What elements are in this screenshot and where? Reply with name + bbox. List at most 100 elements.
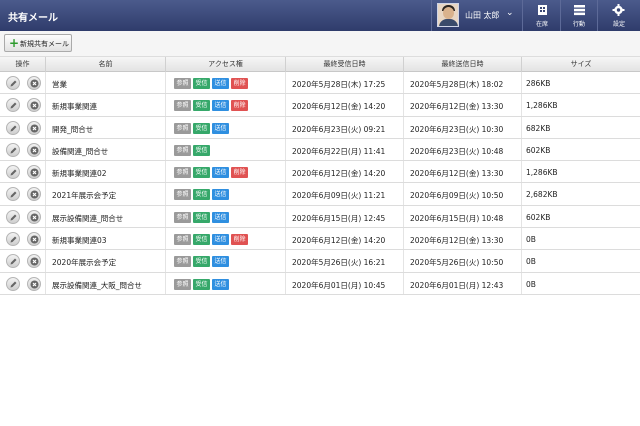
close-icon <box>30 101 39 110</box>
user-menu[interactable]: 山田 太郎 ⌄ <box>431 0 523 31</box>
table-row[interactable]: 新規事業関連 参照 受信 送信 削除 2020年6月12日(金) 14:20 2020… <box>0 94 640 117</box>
last-received: 2020年6月22日(月) 11:41 <box>292 146 386 156</box>
mail-name: 営業 <box>52 80 67 89</box>
settings-button[interactable]: 設定 <box>598 0 640 31</box>
edit-button[interactable] <box>6 232 20 247</box>
delete-button[interactable] <box>27 187 41 202</box>
access-badge-view: 参照 <box>174 78 191 89</box>
access-badge-view: 参照 <box>174 167 191 179</box>
last-received-cell: 2020年6月09日(火) 11:21 <box>286 183 404 205</box>
row-actions <box>0 161 46 183</box>
access-badge-recv: 受信 <box>193 167 210 179</box>
presence-label: 在席 <box>535 21 548 28</box>
size-cell: 602KB <box>522 206 640 227</box>
access-badge-view: 参照 <box>174 211 191 223</box>
size-cell: 1,286KB <box>522 161 640 182</box>
edit-button[interactable] <box>6 98 20 113</box>
last-received-cell: 2020年6月01日(月) 10:45 <box>286 272 404 294</box>
last-sent: 2020年6月23日(火) 10:30 <box>410 124 504 134</box>
delete-button[interactable] <box>27 232 41 247</box>
column-header-last-sent[interactable]: 最終送信日時 <box>404 57 522 72</box>
new-shared-mail-button[interactable]: + 新規共有メール <box>4 34 72 52</box>
access-badge-view: 参照 <box>174 100 191 112</box>
new-shared-mail-label: 新規共有メール <box>20 40 69 48</box>
close-icon <box>30 257 39 266</box>
edit-button[interactable] <box>6 142 20 157</box>
table-row[interactable]: 設備関連_問合せ 参照 受信 2020年6月22日(月) 11:41 2020年6… <box>0 138 640 162</box>
table-row[interactable]: 新規事業関連02 参照 受信 送信 削除 2020年6月12日(金) 14:20 20… <box>0 161 640 184</box>
column-header-name[interactable]: 名前 <box>46 57 166 72</box>
delete-button[interactable] <box>27 98 41 113</box>
pencil-icon <box>10 125 17 132</box>
table-row[interactable]: 新規事業関連03 参照 受信 送信 削除 2020年6月12日(金) 14:20 20… <box>0 228 640 251</box>
access-badge-send: 送信 <box>212 122 229 134</box>
schedule-button[interactable]: 行動 <box>561 0 598 31</box>
mail-name-cell[interactable]: 展示設備関連_大阪_問合せ <box>46 272 166 294</box>
plus-icon: + <box>9 36 20 50</box>
close-icon <box>30 213 39 222</box>
access-badge-send: 送信 <box>212 211 229 223</box>
last-sent-cell: 2020年6月01日(月) 12:43 <box>404 272 522 294</box>
table-body: 営業 参照 受信 送信 削除 2020年5月28日(木) 17:25 2020年5月2… <box>0 72 640 295</box>
delete-button[interactable] <box>27 165 41 180</box>
access-cell: 参照 受信 送信 <box>166 272 286 294</box>
column-header-access[interactable]: アクセス権 <box>166 57 286 72</box>
delete-button[interactable] <box>27 142 41 157</box>
last-sent-cell: 2020年6月15日(月) 10:48 <box>404 205 522 228</box>
delete-button[interactable] <box>27 209 41 224</box>
delete-button[interactable] <box>27 76 41 90</box>
table-row[interactable]: 開発_問合せ 参照 受信 送信 2020年6月23日(火) 09:21 2020年6… <box>0 116 640 139</box>
close-icon <box>30 79 39 88</box>
table-header: 操作 名前 アクセス権 最終受信日時 最終送信日時 サイズ <box>0 57 640 72</box>
last-received-cell: 2020年6月12日(金) 14:20 <box>286 228 404 250</box>
row-actions <box>0 94 46 116</box>
access-badge-recv: 受信 <box>193 234 210 246</box>
access-badge-recv: 受信 <box>193 78 210 89</box>
app-title: 共有メール <box>8 13 58 24</box>
delete-button[interactable] <box>27 254 41 269</box>
mail-name-cell[interactable]: 新規事業関連 <box>46 94 166 116</box>
table-row[interactable]: 展示設備関連_問合せ 参照 受信 送信 2020年6月15日(月) 12:45 20… <box>0 205 640 229</box>
row-actions <box>0 205 46 228</box>
edit-button[interactable] <box>6 120 20 135</box>
mail-name-cell[interactable]: 設備関連_問合せ <box>46 138 166 161</box>
last-sent: 2020年5月28日(木) 18:02 <box>410 80 504 89</box>
last-sent-cell: 2020年6月12日(金) 13:30 <box>404 94 522 116</box>
mail-size: 0B <box>526 235 536 245</box>
edit-button[interactable] <box>6 276 20 291</box>
edit-button[interactable] <box>6 254 20 269</box>
mail-name-cell[interactable]: 開発_問合せ <box>46 116 166 138</box>
access-badge-send: 送信 <box>212 278 229 290</box>
table-row[interactable]: 営業 参照 受信 送信 削除 2020年5月28日(木) 17:25 2020年5月2… <box>0 72 640 95</box>
mail-name: 設備関連_問合せ <box>52 146 109 156</box>
column-header-last-received[interactable]: 最終受信日時 <box>286 57 404 72</box>
edit-button[interactable] <box>6 165 20 180</box>
table-row[interactable]: 2020年展示会予定 参照 受信 送信 2020年5月26日(火) 16:21 20… <box>0 250 640 273</box>
mail-name-cell[interactable]: 営業 <box>46 72 166 94</box>
access-badge-recv: 受信 <box>193 211 210 223</box>
delete-button[interactable] <box>27 276 41 291</box>
edit-button[interactable] <box>6 209 20 224</box>
last-received-cell: 2020年6月23日(火) 09:21 <box>286 116 404 138</box>
access-cell: 参照 受信 送信 削除 <box>166 228 286 250</box>
row-actions <box>0 250 46 272</box>
mail-name-cell[interactable]: 2020年展示会予定 <box>46 250 166 272</box>
row-actions <box>0 228 46 250</box>
last-sent: 2020年6月09日(火) 10:50 <box>410 191 504 201</box>
mail-name-cell[interactable]: 展示設備関連_問合せ <box>46 205 166 228</box>
edit-button[interactable] <box>6 187 20 202</box>
delete-button[interactable] <box>27 120 41 135</box>
mail-name-cell[interactable]: 2021年展示会予定 <box>46 183 166 205</box>
last-received-cell: 2020年6月12日(金) 14:20 <box>286 161 404 183</box>
table-row[interactable]: 2021年展示会予定 参照 受信 送信 2020年6月09日(火) 11:21 20… <box>0 183 640 206</box>
presence-button[interactable]: 在席 <box>524 0 561 31</box>
mail-name-cell[interactable]: 新規事業関連03 <box>46 228 166 250</box>
size-cell: 0B <box>522 273 640 294</box>
mail-name-cell[interactable]: 新規事業関連02 <box>46 161 166 183</box>
last-sent: 2020年5月26日(火) 10:50 <box>410 258 504 268</box>
table-row[interactable]: 展示設備関連_大阪_問合せ 参照 受信 送信 2020年6月01日(月) 10:45… <box>0 272 640 295</box>
last-sent-cell: 2020年6月09日(火) 10:50 <box>404 183 522 205</box>
access-badge-view: 参照 <box>174 122 191 134</box>
column-header-size[interactable]: サイズ <box>522 57 640 72</box>
edit-button[interactable] <box>6 76 20 90</box>
